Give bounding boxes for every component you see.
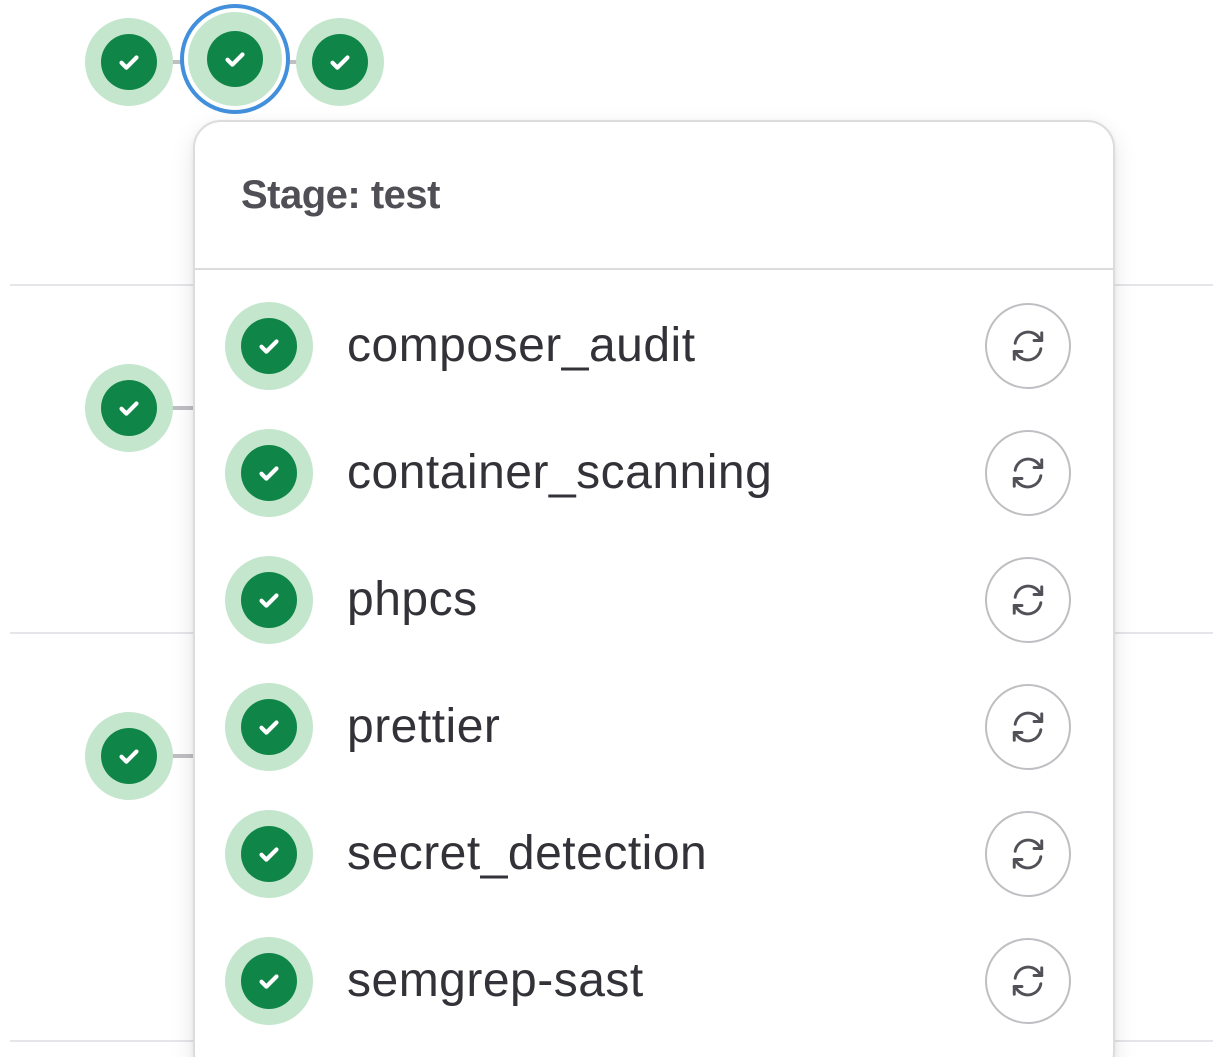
status-success-icon [225, 809, 313, 898]
status-success-icon [101, 380, 157, 436]
status-success-icon [312, 34, 368, 90]
job-name[interactable]: prettier [347, 699, 500, 754]
job-item[interactable]: container_scanning [195, 409, 1113, 536]
job-name[interactable]: composer_audit [347, 318, 696, 373]
status-success-icon [207, 31, 263, 87]
retry-button[interactable] [985, 429, 1071, 516]
retry-button[interactable] [985, 683, 1071, 770]
stage-connector [170, 406, 194, 410]
job-name[interactable]: secret_detection [347, 826, 707, 881]
status-success-icon [225, 936, 313, 1025]
retry-button[interactable] [985, 302, 1071, 389]
retry-icon [1012, 457, 1044, 488]
pipeline-status[interactable] [85, 712, 173, 800]
retry-button[interactable] [985, 556, 1071, 643]
job-name[interactable]: container_scanning [347, 445, 772, 500]
stage-test-status[interactable] [180, 4, 290, 114]
retry-icon [1012, 584, 1044, 615]
retry-icon [1012, 965, 1044, 996]
retry-icon [1012, 330, 1044, 361]
pipeline-status[interactable] [85, 364, 173, 452]
retry-button[interactable] [985, 810, 1071, 897]
job-name[interactable]: phpcs [347, 572, 478, 627]
retry-icon [1012, 838, 1044, 869]
retry-button[interactable] [985, 937, 1071, 1024]
stage-connector [170, 754, 194, 758]
job-item[interactable]: secret_detection [195, 790, 1113, 917]
job-item[interactable]: composer_audit [195, 282, 1113, 409]
job-item[interactable]: phpcs [195, 536, 1113, 663]
status-success-icon [225, 555, 313, 644]
stage-dropdown: Stage: test composer_audit container_sca… [193, 120, 1115, 1057]
status-success-icon [225, 682, 313, 771]
job-name[interactable]: semgrep-sast [347, 953, 644, 1008]
dropdown-title: Stage: test [241, 172, 441, 217]
status-success-icon [101, 34, 157, 90]
dropdown-header: Stage: test [195, 122, 1113, 270]
job-item[interactable]: prettier [195, 663, 1113, 790]
stage-deploy-status[interactable] [296, 18, 384, 106]
status-success-icon [225, 428, 313, 517]
status-success-icon [101, 728, 157, 784]
job-item[interactable]: semgrep-sast [195, 917, 1113, 1044]
job-list: composer_audit container_scanning phpcs [195, 282, 1113, 1044]
retry-icon [1012, 711, 1044, 742]
pipeline-view: Stage: test composer_audit container_sca… [0, 0, 1213, 1057]
stage-build-status[interactable] [85, 18, 173, 106]
status-success-icon [225, 301, 313, 390]
